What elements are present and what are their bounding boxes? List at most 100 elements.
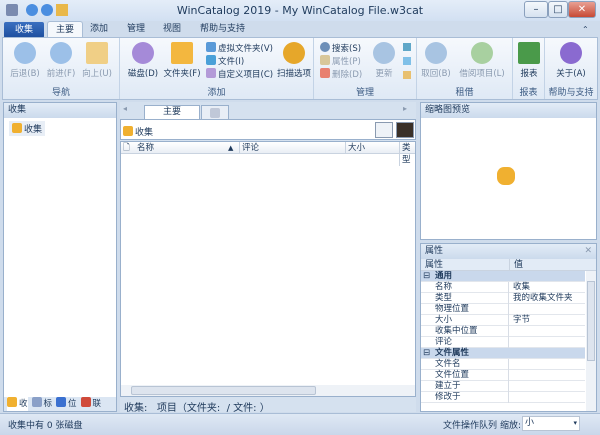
property-value: 我的收集文件夹 bbox=[513, 293, 573, 303]
folder-icon bbox=[171, 42, 193, 64]
star-folder-icon bbox=[12, 123, 22, 133]
add-custom-item-button[interactable]: 自定义项目(C) bbox=[206, 68, 273, 81]
tab-main-view[interactable]: 主要 bbox=[144, 105, 200, 119]
property-row[interactable]: 文件名 bbox=[421, 359, 585, 370]
maximize-button[interactable]: □ bbox=[548, 1, 568, 18]
column-size[interactable]: 大小 bbox=[345, 142, 365, 154]
property-row[interactable]: 文件位置 bbox=[421, 370, 585, 381]
back-label: 后退(B) bbox=[10, 69, 40, 79]
close-button[interactable]: ✕ bbox=[568, 1, 596, 18]
column-name[interactable]: 名称 bbox=[137, 142, 154, 154]
about-button[interactable]: 关于(A) bbox=[553, 42, 589, 79]
lend-icon bbox=[471, 42, 493, 64]
title-bar: WinCatalog 2019 - My WinCatalog File.w3c… bbox=[0, 0, 600, 21]
custom-item-label: 自定义项目(C) bbox=[218, 70, 274, 80]
return-button[interactable]: 取回(B) bbox=[421, 42, 451, 79]
tab-view[interactable]: 视图 bbox=[155, 21, 189, 38]
property-name: 大小 bbox=[433, 315, 509, 326]
property-row[interactable]: 修改于 bbox=[421, 392, 585, 403]
up-label: 向上(U) bbox=[82, 69, 112, 79]
collapse-ribbon-icon[interactable]: ⌃ bbox=[582, 25, 589, 34]
properties-header: 属性 值 bbox=[421, 259, 596, 271]
column-value: 值 bbox=[509, 259, 523, 271]
vertical-scrollbar[interactable] bbox=[586, 271, 596, 411]
group-label: 添加 bbox=[207, 88, 226, 98]
list-status: 收集: 项目（文件夹: / 文件: ） bbox=[124, 403, 270, 414]
delete-button[interactable]: 删除(D) bbox=[320, 68, 362, 81]
file-menu-button[interactable]: 收集 bbox=[4, 22, 44, 38]
collapse-icon[interactable]: ⊟ bbox=[423, 271, 430, 282]
lend-item-button[interactable]: 借阅项目(L) bbox=[455, 42, 509, 79]
pane-title: 收集 bbox=[4, 103, 116, 118]
tab-locations[interactable]: 位 bbox=[56, 397, 77, 411]
property-row[interactable]: 收集中位置 bbox=[421, 326, 585, 337]
path-bar: 收集 bbox=[120, 119, 416, 140]
add-disk-button[interactable]: 磁盘(D) bbox=[126, 42, 160, 79]
properties-label: 属性(P) bbox=[332, 57, 361, 67]
tab-manage[interactable]: 管理 bbox=[119, 21, 153, 38]
property-row[interactable]: 评论 bbox=[421, 337, 585, 348]
tab-contacts[interactable]: 联 bbox=[80, 397, 101, 411]
column-property: 属性 bbox=[425, 260, 444, 270]
search-button[interactable]: 搜索(S) bbox=[320, 42, 362, 55]
minimize-button[interactable]: – bbox=[524, 1, 548, 18]
scrollbar-thumb[interactable] bbox=[587, 281, 595, 361]
thumbnail-pane: 缩略图预览 bbox=[420, 102, 597, 240]
zoom-select[interactable]: 小 ▾ bbox=[522, 416, 580, 431]
tree-item-collection[interactable]: 收集 bbox=[9, 121, 46, 136]
horizontal-scrollbar[interactable] bbox=[121, 385, 415, 396]
back-button[interactable]: 后退(B) bbox=[9, 42, 41, 79]
property-row[interactable]: 名称 收集 bbox=[421, 282, 585, 293]
property-name: 名称 bbox=[433, 282, 509, 293]
file-list: 🗋 名称 ▲ 评论 大小 类型 bbox=[120, 141, 416, 397]
collection-pane: 收集 收集 收 标 位 联 bbox=[3, 102, 117, 412]
find-icon[interactable] bbox=[403, 71, 411, 79]
play-icon[interactable] bbox=[403, 57, 411, 65]
tab-tags[interactable]: 标 bbox=[31, 397, 52, 411]
property-name: 建立于 bbox=[433, 381, 509, 392]
update-button[interactable]: 更新 bbox=[370, 42, 398, 79]
tab-collection[interactable]: 收 bbox=[7, 397, 28, 411]
file-queue-button[interactable]: 文件操作队列 bbox=[443, 418, 497, 431]
add-file-button[interactable]: 文件(I) bbox=[206, 55, 273, 68]
search-icon bbox=[320, 42, 330, 52]
update-icon bbox=[373, 42, 395, 64]
forward-button[interactable]: 前进(F) bbox=[45, 42, 77, 79]
group-label: 管理 bbox=[355, 88, 374, 98]
tool-icon-1[interactable] bbox=[403, 43, 411, 51]
report-label: 报表 bbox=[520, 69, 538, 79]
property-row[interactable]: 大小 字节 bbox=[421, 315, 585, 326]
scrollbar-thumb[interactable] bbox=[131, 386, 316, 395]
properties-button[interactable]: 属性(P) bbox=[320, 55, 362, 68]
column-type[interactable]: 类型 bbox=[399, 142, 415, 166]
tab-help[interactable]: 帮助与支持 bbox=[192, 21, 253, 38]
back-icon bbox=[14, 42, 36, 64]
report-button[interactable]: 报表 bbox=[516, 42, 542, 79]
tab-scroll-right[interactable]: ▸ bbox=[403, 104, 407, 113]
info-icon bbox=[560, 42, 582, 64]
virtual-folder-icon bbox=[206, 42, 216, 52]
tab-main[interactable]: 主要 bbox=[47, 21, 84, 38]
close-pane-icon[interactable]: ✕ bbox=[584, 244, 592, 259]
property-name: 评论 bbox=[433, 337, 509, 348]
list-header: 🗋 名称 ▲ 评论 大小 类型 bbox=[121, 142, 415, 166]
property-category[interactable]: ⊟ 通用 bbox=[421, 271, 585, 282]
tab-scroll-left[interactable]: ◂ bbox=[123, 104, 127, 113]
add-virtual-folder-button[interactable]: 虚拟文件夹(V) bbox=[206, 42, 273, 55]
properties-icon bbox=[320, 55, 330, 65]
scan-options-button[interactable]: 扫描选项 bbox=[276, 42, 312, 79]
column-comment[interactable]: 评论 bbox=[239, 142, 259, 154]
tab-add[interactable]: 添加 bbox=[82, 21, 116, 38]
property-row[interactable]: 建立于 bbox=[421, 381, 585, 392]
property-category[interactable]: ⊟ 文件属性 bbox=[421, 348, 585, 359]
view-mode-button[interactable] bbox=[375, 122, 393, 138]
tab-new[interactable] bbox=[201, 105, 229, 119]
property-row[interactable]: 类型 我的收集文件夹 bbox=[421, 293, 585, 304]
file-icon bbox=[206, 55, 216, 65]
thumbnail-mode-button[interactable] bbox=[396, 122, 414, 138]
ribbon: 后退(B) 前进(F) 向上(U) 导航 磁盘(D) 文件夹(F) 虚拟文件夹(… bbox=[2, 37, 598, 100]
add-folder-button[interactable]: 文件夹(F) bbox=[162, 42, 202, 79]
collapse-icon[interactable]: ⊟ bbox=[423, 348, 430, 359]
property-row[interactable]: 物理位置 bbox=[421, 304, 585, 315]
up-button[interactable]: 向上(U) bbox=[81, 42, 113, 79]
